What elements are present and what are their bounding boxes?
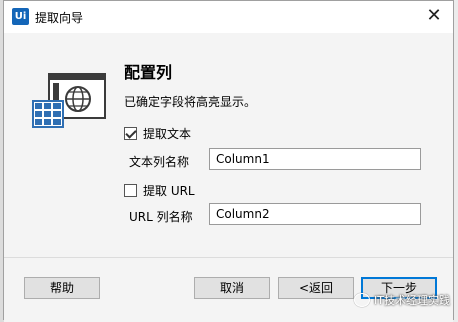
wechat-icon [354, 293, 371, 307]
text-column-name-label: 文本列名称 [129, 155, 190, 169]
wizard-footer: 帮助 取消 <返回 下一步 [4, 257, 453, 322]
text-column-name-input[interactable] [209, 148, 421, 170]
extract-text-label: 提取文本 [143, 127, 192, 141]
configure-columns-illustration-icon [32, 73, 106, 128]
close-button[interactable]: ✕ [421, 4, 447, 28]
extract-url-checkbox[interactable] [124, 184, 137, 197]
wizard-content: 配置列 已确定字段将高亮显示。 提取文本 文本列名称 提取 URL URL 列名… [4, 33, 453, 257]
page-heading: 配置列 [124, 63, 173, 82]
watermark-text: IT技术经理实践 [374, 294, 450, 307]
close-icon: ✕ [426, 5, 442, 26]
cancel-button[interactable]: 取消 [194, 277, 270, 299]
url-column-name-label: URL 列名称 [129, 210, 193, 224]
help-button[interactable]: 帮助 [24, 277, 100, 299]
watermark: IT技术经理实践 [354, 292, 450, 308]
extraction-wizard-dialog: Ui 提取向导 ✕ 配置列 已确定字段将高亮显示。 提取文本 文本列名称 Col… [3, 0, 454, 322]
extract-url-label: 提取 URL [143, 184, 195, 198]
url-column-name-input[interactable] [209, 203, 421, 225]
window-title: 提取向导 [35, 11, 84, 25]
uipath-app-icon: Ui [12, 8, 29, 25]
page-description: 已确定字段将高亮显示。 [124, 95, 257, 109]
extract-url-checkbox-row[interactable]: 提取 URL [124, 182, 195, 199]
extract-text-checkbox-row[interactable]: 提取文本 [124, 125, 191, 142]
extract-text-checkbox[interactable] [124, 127, 137, 140]
back-button[interactable]: <返回 [278, 277, 354, 299]
title-bar: Ui 提取向导 ✕ [4, 1, 453, 33]
